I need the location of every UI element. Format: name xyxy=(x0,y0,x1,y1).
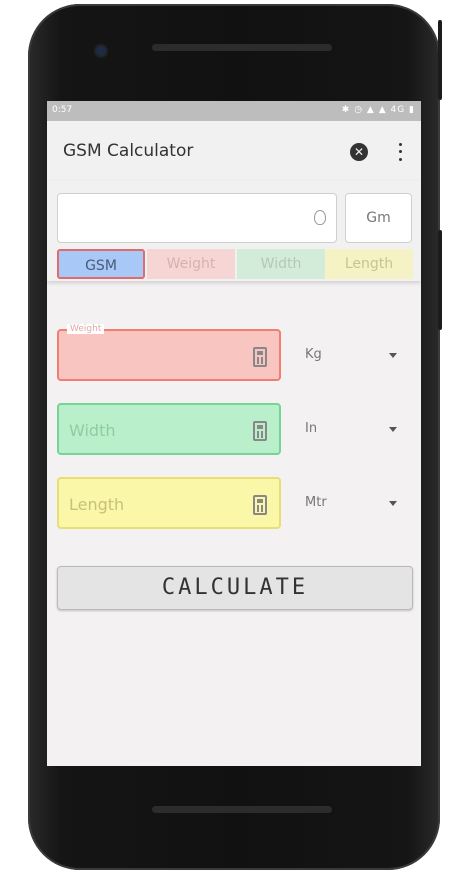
tab-length[interactable]: Length xyxy=(325,249,413,279)
overflow-menu-icon[interactable] xyxy=(393,141,407,163)
width-input[interactable]: Width xyxy=(57,403,281,455)
calculator-icon[interactable] xyxy=(253,421,267,441)
length-placeholder: Length xyxy=(69,495,125,514)
calculator-icon[interactable] xyxy=(253,495,267,515)
drop-icon xyxy=(314,210,326,225)
length-unit-dropdown[interactable]: Mtr xyxy=(305,493,405,515)
width-unit-value: In xyxy=(305,421,318,436)
dropdown-arrow-icon xyxy=(389,427,397,432)
status-icons: ✱ ◷ ▲ ▲ 4G ▮ xyxy=(341,105,415,115)
width-unit-dropdown[interactable]: In xyxy=(305,419,405,441)
result-panel: Gm GSM Weight Width Length xyxy=(47,181,421,281)
width-placeholder: Width xyxy=(69,421,116,440)
tab-gsm[interactable]: GSM xyxy=(57,249,145,279)
calculator-icon[interactable] xyxy=(253,347,267,367)
length-input[interactable]: Length xyxy=(57,477,281,529)
weight-field-label: Weight xyxy=(67,324,105,334)
volume-button xyxy=(438,230,442,330)
tab-width[interactable]: Width xyxy=(237,249,325,279)
status-time: 0:57 xyxy=(52,105,73,115)
bottom-speaker xyxy=(152,806,332,813)
power-button xyxy=(438,20,442,100)
front-camera xyxy=(96,46,106,56)
dropdown-arrow-icon xyxy=(389,501,397,506)
tab-weight[interactable]: Weight xyxy=(147,249,235,279)
weight-unit-dropdown[interactable]: Kg xyxy=(305,345,405,367)
weight-input[interactable]: Weight xyxy=(57,324,281,381)
close-icon[interactable]: ✕ xyxy=(350,143,368,161)
status-bar: 0:57 ✱ ◷ ▲ ▲ 4G ▮ xyxy=(47,101,421,121)
calculate-button[interactable]: CALCULATE xyxy=(57,566,413,610)
app-title: GSM Calculator xyxy=(63,141,194,161)
result-display xyxy=(57,193,337,243)
dropdown-arrow-icon xyxy=(389,353,397,358)
length-unit-value: Mtr xyxy=(305,495,327,510)
phone-screen: 0:57 ✱ ◷ ▲ ▲ 4G ▮ GSM Calculator ✕ Gm GS… xyxy=(47,101,421,766)
earpiece-speaker xyxy=(152,44,332,51)
result-unit: Gm xyxy=(345,193,412,243)
weight-unit-value: Kg xyxy=(305,347,322,362)
